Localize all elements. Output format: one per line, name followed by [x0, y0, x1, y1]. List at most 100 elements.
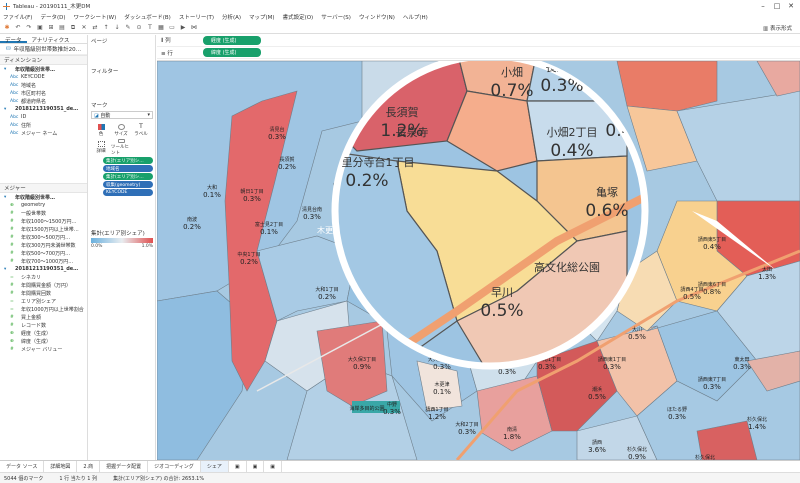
menu-item[interactable]: ダッシュボード(B) [124, 13, 171, 21]
field-item[interactable]: # レコード数 [0, 321, 87, 329]
close-icon[interactable]: ✕ [784, 0, 798, 12]
size-icon [117, 124, 125, 130]
field-item[interactable]: # 年収700～1000万円… [0, 257, 87, 265]
duplicate-icon[interactable]: ⧉ [69, 24, 77, 32]
field-item[interactable]: Abc ID [0, 113, 87, 121]
region-polygon[interactable] [616, 61, 718, 112]
highlight-icon[interactable]: ✎ [124, 24, 132, 32]
mark-type-select[interactable]: ◪ 自動 ▾ [91, 111, 153, 119]
sheet-tab[interactable]: データ ソース [0, 460, 45, 473]
new-sheet-icon[interactable]: ▣ [229, 460, 247, 473]
field-item[interactable]: Abc メジャー ネーム [0, 129, 87, 137]
field-item[interactable]: # 年収1500万円以上世帯… [0, 225, 87, 233]
labels-icon[interactable]: T [146, 24, 154, 32]
marks-pill[interactable]: KEYCODE [103, 189, 153, 196]
field-item[interactable]: = エリア別シェア [0, 297, 87, 305]
field-item[interactable]: Abc 地域名 [0, 81, 87, 89]
map-view[interactable]: 清見台0.3%長須賀0.2%大和0.1%朝日1丁目0.3%桜井0.3%南波0.2… [157, 61, 800, 460]
menu-item[interactable]: 分析(A) [222, 13, 241, 21]
menu-item[interactable]: ストーリー(T) [179, 13, 214, 21]
field-item[interactable]: Abc KEYCODE [0, 73, 87, 81]
choropleth-map[interactable]: 清見台0.3%長須賀0.2%大和0.1%朝日1丁目0.3%桜井0.3%南波0.2… [157, 61, 800, 460]
sort-desc-icon[interactable]: ↓ [113, 24, 121, 32]
columns-pill[interactable]: 経度 (生成) [203, 36, 261, 45]
region-value-label: 0.9% [628, 453, 646, 460]
datasource-item[interactable]: ⛁ 年収階級別世帯数推計20… [0, 44, 87, 55]
field-item[interactable]: # メジャー バリュー [0, 345, 87, 353]
field-group[interactable]: ▾ 20181213190351_de… [0, 105, 87, 113]
field-label: 年収1000万円以上世帯割合 [21, 306, 84, 313]
field-item[interactable]: # 年収500～700万円… [0, 249, 87, 257]
marks-pill[interactable]: 収集(geometry) [103, 181, 153, 188]
field-label: 年間購買金額（万円） [21, 282, 72, 289]
field-item[interactable]: Abc 都道府県名 [0, 97, 87, 105]
tab-data[interactable]: データ [0, 35, 27, 44]
sheet-tab[interactable]: 詳細地図 [44, 460, 78, 473]
field-item[interactable]: # 一般世帯数 [0, 209, 87, 217]
field-item[interactable]: Abc 住所 [0, 121, 87, 129]
field-item[interactable]: # 買上金額 [0, 313, 87, 321]
field-item[interactable]: # 年間購買金額（万円） [0, 281, 87, 289]
tab-analytics[interactable]: アナリティクス [27, 35, 75, 44]
show-me-button[interactable]: ▥ 表示形式 [763, 24, 792, 32]
presentation-icon[interactable]: ▶ [179, 24, 187, 32]
marks-pill[interactable]: 集計(エリア別シ… [103, 157, 153, 164]
menu-item[interactable]: データ(D) [40, 13, 65, 21]
sheet-tab[interactable]: シェア [200, 460, 229, 473]
label-button[interactable]: T ラベル [131, 122, 151, 139]
field-item[interactable]: ⊕ 緯度（生成） [0, 337, 87, 345]
field-label: 年収1500万円以上世帯… [21, 226, 79, 233]
fit-icon[interactable]: ▭ [168, 24, 176, 32]
field-item[interactable]: = 年収1000万円以上世帯割合 [0, 305, 87, 313]
field-label: 年収300万円未満世帯数 [21, 242, 76, 249]
tableau-home-icon[interactable]: ✱ [3, 24, 11, 32]
size-button[interactable]: サイズ [111, 122, 131, 139]
save-icon[interactable]: ▣ [36, 24, 44, 32]
menu-item[interactable]: ワークシート(W) [74, 13, 117, 21]
menu-item[interactable]: サーバー(S) [321, 13, 351, 21]
menu-item[interactable]: ウィンドウ(N) [359, 13, 395, 21]
menu-item[interactable]: ヘルプ(H) [403, 13, 428, 21]
region-name-label: 長須賀 [279, 156, 294, 163]
new-story-icon[interactable]: ▣ [264, 460, 283, 473]
menu-item[interactable]: マップ(M) [249, 13, 275, 21]
detail-button[interactable]: 詳細 [91, 139, 111, 156]
new-dashboard-icon[interactable]: ▣ [247, 460, 265, 473]
share-icon[interactable]: ⋈ [190, 24, 198, 32]
redo-icon[interactable]: ↷ [25, 24, 33, 32]
tooltip-button[interactable]: ツールヒント [111, 139, 131, 156]
field-group[interactable]: ▾ 年収階級別世帯… [0, 65, 87, 73]
new-worksheet-icon[interactable]: ▤ [58, 24, 66, 32]
menu-item[interactable]: 書式設定(O) [283, 13, 314, 21]
field-item[interactable]: Abc 市区町村名 [0, 89, 87, 97]
marks-pill[interactable]: 集計(エリア別シ… [103, 173, 153, 180]
field-item[interactable]: # 年収300～500万円… [0, 233, 87, 241]
rows-pill[interactable]: 緯度 (生成) [203, 48, 261, 57]
field-item[interactable]: ⊕ geometry [0, 201, 87, 209]
sheet-tab[interactable]: ジオコーディング [148, 460, 201, 473]
menu-item[interactable]: ファイル(F) [3, 13, 32, 21]
undo-icon[interactable]: ↶ [14, 24, 22, 32]
field-item[interactable]: # 年収300万円未満世帯数 [0, 241, 87, 249]
sort-asc-icon[interactable]: ↑ [102, 24, 110, 32]
field-item[interactable]: ⊕ 経度（生成） [0, 329, 87, 337]
sheet-tab[interactable]: 把握データ配置 [100, 460, 149, 473]
minimize-icon[interactable]: – [756, 0, 770, 12]
field-item[interactable]: = シネカリ [0, 273, 87, 281]
swap-icon[interactable]: ⇄ [91, 24, 99, 32]
maximize-icon[interactable]: □ [770, 0, 784, 12]
field-group[interactable]: ▾ 年収階級別世帯… [0, 193, 87, 201]
field-label: 地域名 [21, 82, 37, 89]
field-item[interactable]: # 年間購買回数 [0, 289, 87, 297]
fix-axes-icon[interactable]: ▦ [157, 24, 165, 32]
group-icon[interactable]: ⊙ [135, 24, 143, 32]
field-group[interactable]: ▾ 20181213190351_de… [0, 265, 87, 273]
clear-icon[interactable]: ✕ [80, 24, 88, 32]
field-item[interactable]: # 年収1000～1500万円… [0, 217, 87, 225]
new-datasource-icon[interactable]: ⊞ [47, 24, 55, 32]
color-button[interactable]: 色 [91, 122, 111, 139]
sheet-tab[interactable]: 2.商 [77, 460, 101, 473]
rows-shelf[interactable]: ≡ 行緯度 (生成) [157, 47, 800, 59]
marks-pill[interactable]: 地域名 [103, 165, 153, 172]
columns-shelf[interactable]: ⫴ 列経度 (生成) [157, 35, 800, 47]
